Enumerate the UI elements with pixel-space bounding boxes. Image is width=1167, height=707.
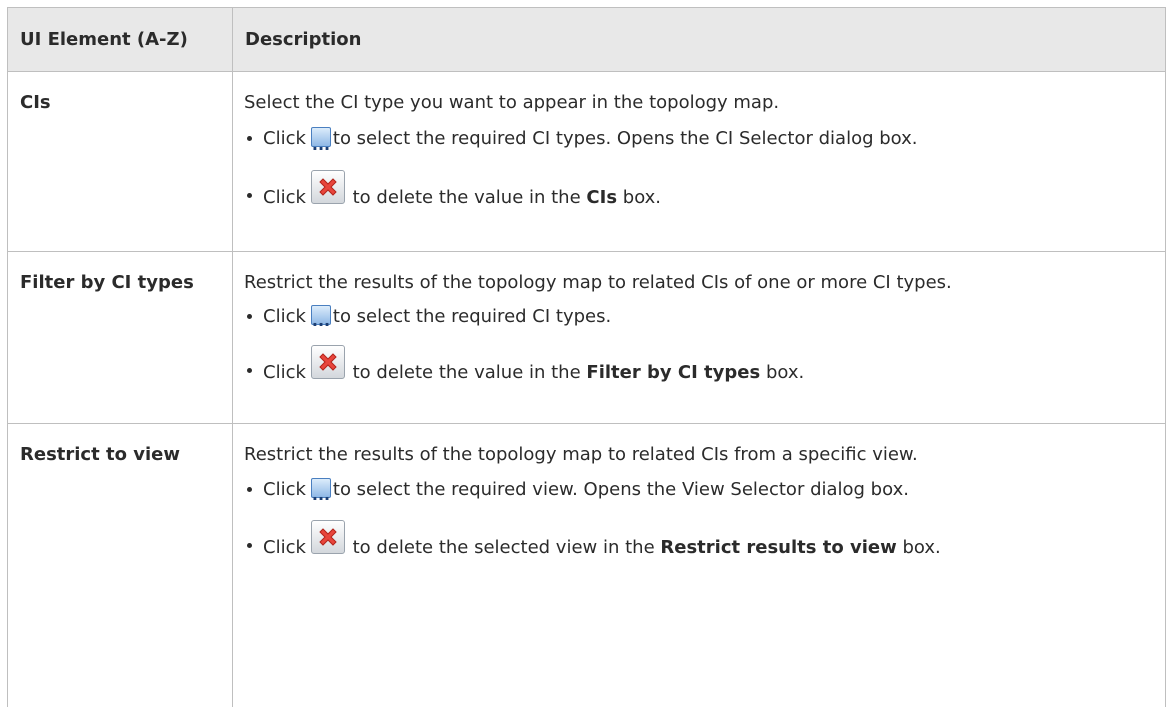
element-summary: Restrict the results of the topology map… [244, 272, 952, 293]
element-name: CIs [20, 92, 51, 113]
bullet-dot [247, 543, 252, 548]
bullet-list: Clickto select the required view. Opens … [233, 465, 1165, 577]
browse-ellipsis-icon[interactable] [310, 474, 331, 524]
list-item: Click to delete the value in the Filter … [233, 337, 1165, 401]
header-description: Description [232, 7, 1166, 72]
list-item: Clickto select the required view. Opens … [233, 465, 1165, 524]
table-header-row: UI Element (A-Z) Description [7, 7, 1166, 72]
delete-x-icon[interactable] [310, 345, 345, 379]
bullet-list: Clickto select the required CI types. Op… [233, 113, 1165, 227]
list-item: Click to delete the value in the CIs box… [233, 161, 1165, 227]
delete-x-icon[interactable] [310, 520, 345, 554]
list-item: Clickto select the required CI types. Op… [233, 113, 1165, 175]
list-item: Click to delete the selected view in the… [233, 511, 1165, 577]
list-item: Clickto select the required CI types. [233, 293, 1165, 349]
table-row: Filter by CI types Restrict the results … [7, 251, 1166, 424]
delete-x-icon[interactable] [310, 170, 345, 204]
table-row: Restrict to view Restrict the results of… [7, 423, 1166, 707]
browse-ellipsis-icon[interactable] [310, 123, 331, 175]
header-ui-element: UI Element (A-Z) [7, 7, 233, 72]
bullet-dot [247, 314, 252, 319]
ui-elements-table: UI Element (A-Z) Description CIs Select … [7, 7, 1166, 707]
table-row: CIs Select the CI type you want to appea… [7, 71, 1166, 252]
bullet-dot [247, 193, 252, 198]
element-name: Restrict to view [20, 444, 180, 465]
element-summary: Restrict the results of the topology map… [244, 444, 918, 465]
bullet-list: Clickto select the required CI types. Cl… [233, 293, 1165, 401]
bullet-dot [247, 368, 252, 373]
element-name: Filter by CI types [20, 272, 194, 293]
element-summary: Select the CI type you want to appear in… [244, 92, 780, 113]
browse-ellipsis-icon[interactable] [310, 301, 331, 349]
bullet-dot [247, 136, 252, 141]
bullet-dot [247, 487, 252, 492]
